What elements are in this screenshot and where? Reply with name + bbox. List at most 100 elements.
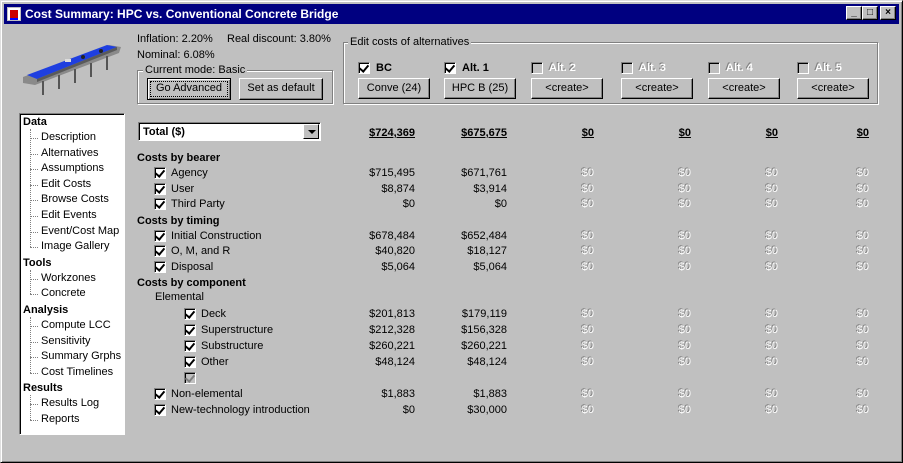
alternative-name: Alt. 5 bbox=[815, 62, 842, 74]
row-checkbox[interactable] bbox=[154, 198, 166, 210]
row-value: $8,874 bbox=[381, 182, 415, 195]
tree-branch bbox=[30, 169, 38, 171]
group-header: Costs by timing bbox=[137, 214, 220, 227]
row-value: $0 bbox=[856, 340, 869, 352]
row-value: $0 bbox=[765, 308, 778, 320]
edit-alternative-button[interactable]: <create> bbox=[531, 78, 603, 99]
nav-item-edit-costs[interactable]: Edit Costs bbox=[41, 178, 91, 190]
nav-item-sensitivity[interactable]: Sensitivity bbox=[41, 335, 91, 347]
window-title: Cost Summary: HPC vs. Conventional Concr… bbox=[25, 7, 339, 21]
nav-item-image-gallery[interactable]: Image Gallery bbox=[41, 240, 109, 252]
row-checkbox[interactable] bbox=[184, 340, 196, 352]
row-value: $671,761 bbox=[461, 167, 507, 179]
row-value: $0 bbox=[765, 388, 778, 400]
row-value: $0 bbox=[856, 356, 869, 368]
go-advanced-button[interactable]: Go Advanced bbox=[147, 78, 231, 100]
cost-type-select[interactable]: Total ($) bbox=[138, 122, 321, 141]
row-value: $678,484 bbox=[369, 229, 415, 242]
row-value: $0 bbox=[856, 245, 869, 257]
alternatives-group-label: Edit costs of alternatives bbox=[348, 36, 472, 48]
edit-alternative-button[interactable]: Conve (24) bbox=[358, 78, 430, 99]
nav-item-description[interactable]: Description bbox=[41, 131, 96, 143]
edit-alternative-button[interactable]: <create> bbox=[708, 78, 780, 99]
inflation-label: Inflation: 2.20% bbox=[137, 33, 213, 45]
set-as-default-button[interactable]: Set as default bbox=[239, 78, 323, 100]
nav-item-cost-timelines[interactable]: Cost Timelines bbox=[41, 366, 113, 378]
row-value: $0 bbox=[581, 308, 594, 320]
group-header: Costs by bearer bbox=[137, 152, 221, 164]
nav-item-browse-costs[interactable]: Browse Costs bbox=[41, 193, 109, 205]
row-value: $652,484 bbox=[461, 229, 507, 242]
alternative-checkbox bbox=[708, 62, 720, 74]
row-value: $5,064 bbox=[473, 260, 507, 273]
maximize-button[interactable]: □ bbox=[862, 6, 878, 20]
nav-item-concrete[interactable]: Concrete bbox=[41, 287, 86, 299]
edit-alternative-button[interactable]: <create> bbox=[621, 78, 693, 99]
row-checkbox[interactable] bbox=[154, 403, 166, 416]
row-value: $48,124 bbox=[467, 356, 507, 368]
nav-item-event-cost-map[interactable]: Event/Cost Map bbox=[41, 225, 119, 237]
nav-item-reports[interactable]: Reports bbox=[41, 413, 80, 425]
cost-type-select-value: Total ($) bbox=[143, 126, 185, 138]
nav-item-alternatives[interactable]: Alternatives bbox=[41, 147, 98, 159]
row-value: $48,124 bbox=[375, 356, 415, 368]
tree-branch bbox=[30, 200, 38, 202]
row-value: $0 bbox=[581, 356, 594, 368]
row-value: $212,328 bbox=[369, 324, 415, 336]
row-value: $0 bbox=[678, 324, 691, 336]
nav-item-results-log[interactable]: Results Log bbox=[41, 397, 99, 409]
row-checkbox[interactable] bbox=[154, 167, 166, 179]
row-checkbox[interactable] bbox=[154, 182, 166, 195]
row-value: $156,328 bbox=[461, 324, 507, 336]
row-value: $0 bbox=[581, 229, 594, 242]
nav-section-results[interactable]: Results bbox=[23, 382, 63, 394]
row-checkbox[interactable] bbox=[184, 356, 196, 368]
nav-item-assumptions[interactable]: Assumptions bbox=[41, 162, 104, 174]
row-value: $0 bbox=[678, 308, 691, 320]
tree-branch bbox=[30, 372, 38, 374]
row-value: $0 bbox=[765, 198, 778, 210]
row-label: Superstructure bbox=[201, 324, 274, 336]
tree-branch bbox=[30, 153, 38, 155]
minimize-button[interactable]: _ bbox=[846, 6, 862, 20]
nav-item-edit-events[interactable]: Edit Events bbox=[41, 209, 97, 221]
row-checkbox[interactable] bbox=[184, 324, 196, 336]
row-checkbox[interactable] bbox=[184, 308, 196, 320]
close-button[interactable]: × bbox=[880, 6, 896, 20]
row-value: $0 bbox=[856, 229, 869, 242]
tree-line bbox=[30, 269, 31, 295]
chevron-down-icon[interactable] bbox=[303, 124, 319, 139]
row-value: $0 bbox=[581, 340, 594, 352]
alternative-name: Alt. 1 bbox=[462, 62, 489, 74]
row-value: $0 bbox=[581, 182, 594, 195]
row-value: $260,221 bbox=[369, 340, 415, 352]
edit-alternative-button[interactable]: HPC B (25) bbox=[444, 78, 516, 99]
nav-item-summary-grphs[interactable]: Summary Grphs bbox=[41, 350, 121, 362]
row-value: $0 bbox=[678, 229, 691, 242]
edit-alternative-button[interactable]: <create> bbox=[797, 78, 869, 99]
row-value: $0 bbox=[678, 198, 691, 210]
row-value: $0 bbox=[581, 403, 594, 416]
nav-section-analysis[interactable]: Analysis bbox=[23, 304, 68, 316]
nav-item-compute-lcc[interactable]: Compute LCC bbox=[41, 319, 111, 331]
tree-branch bbox=[30, 184, 38, 186]
row-value: $0 bbox=[678, 403, 691, 416]
tree-branch bbox=[30, 420, 38, 421]
alternative-checkbox[interactable] bbox=[444, 62, 456, 74]
row-value: $260,221 bbox=[461, 340, 507, 352]
app-icon[interactable] bbox=[7, 7, 21, 21]
cost-summary-window: Cost Summary: HPC vs. Conventional Concr… bbox=[0, 0, 903, 463]
row-checkbox[interactable] bbox=[154, 388, 166, 400]
title-bar[interactable]: Cost Summary: HPC vs. Conventional Concr… bbox=[4, 4, 899, 24]
row-checkbox[interactable] bbox=[154, 245, 166, 257]
row-value: $0 bbox=[765, 167, 778, 179]
row-value: $0 bbox=[581, 260, 594, 273]
alternative-checkbox[interactable] bbox=[358, 62, 370, 74]
row-checkbox[interactable] bbox=[154, 229, 166, 242]
nav-section-data[interactable]: Data bbox=[23, 116, 47, 128]
nav-section-tools[interactable]: Tools bbox=[23, 257, 52, 269]
nav-item-workzones[interactable]: Workzones bbox=[41, 272, 96, 284]
row-checkbox[interactable] bbox=[154, 260, 166, 273]
row-value: $0 bbox=[856, 324, 869, 336]
row-label: Deck bbox=[201, 308, 227, 320]
